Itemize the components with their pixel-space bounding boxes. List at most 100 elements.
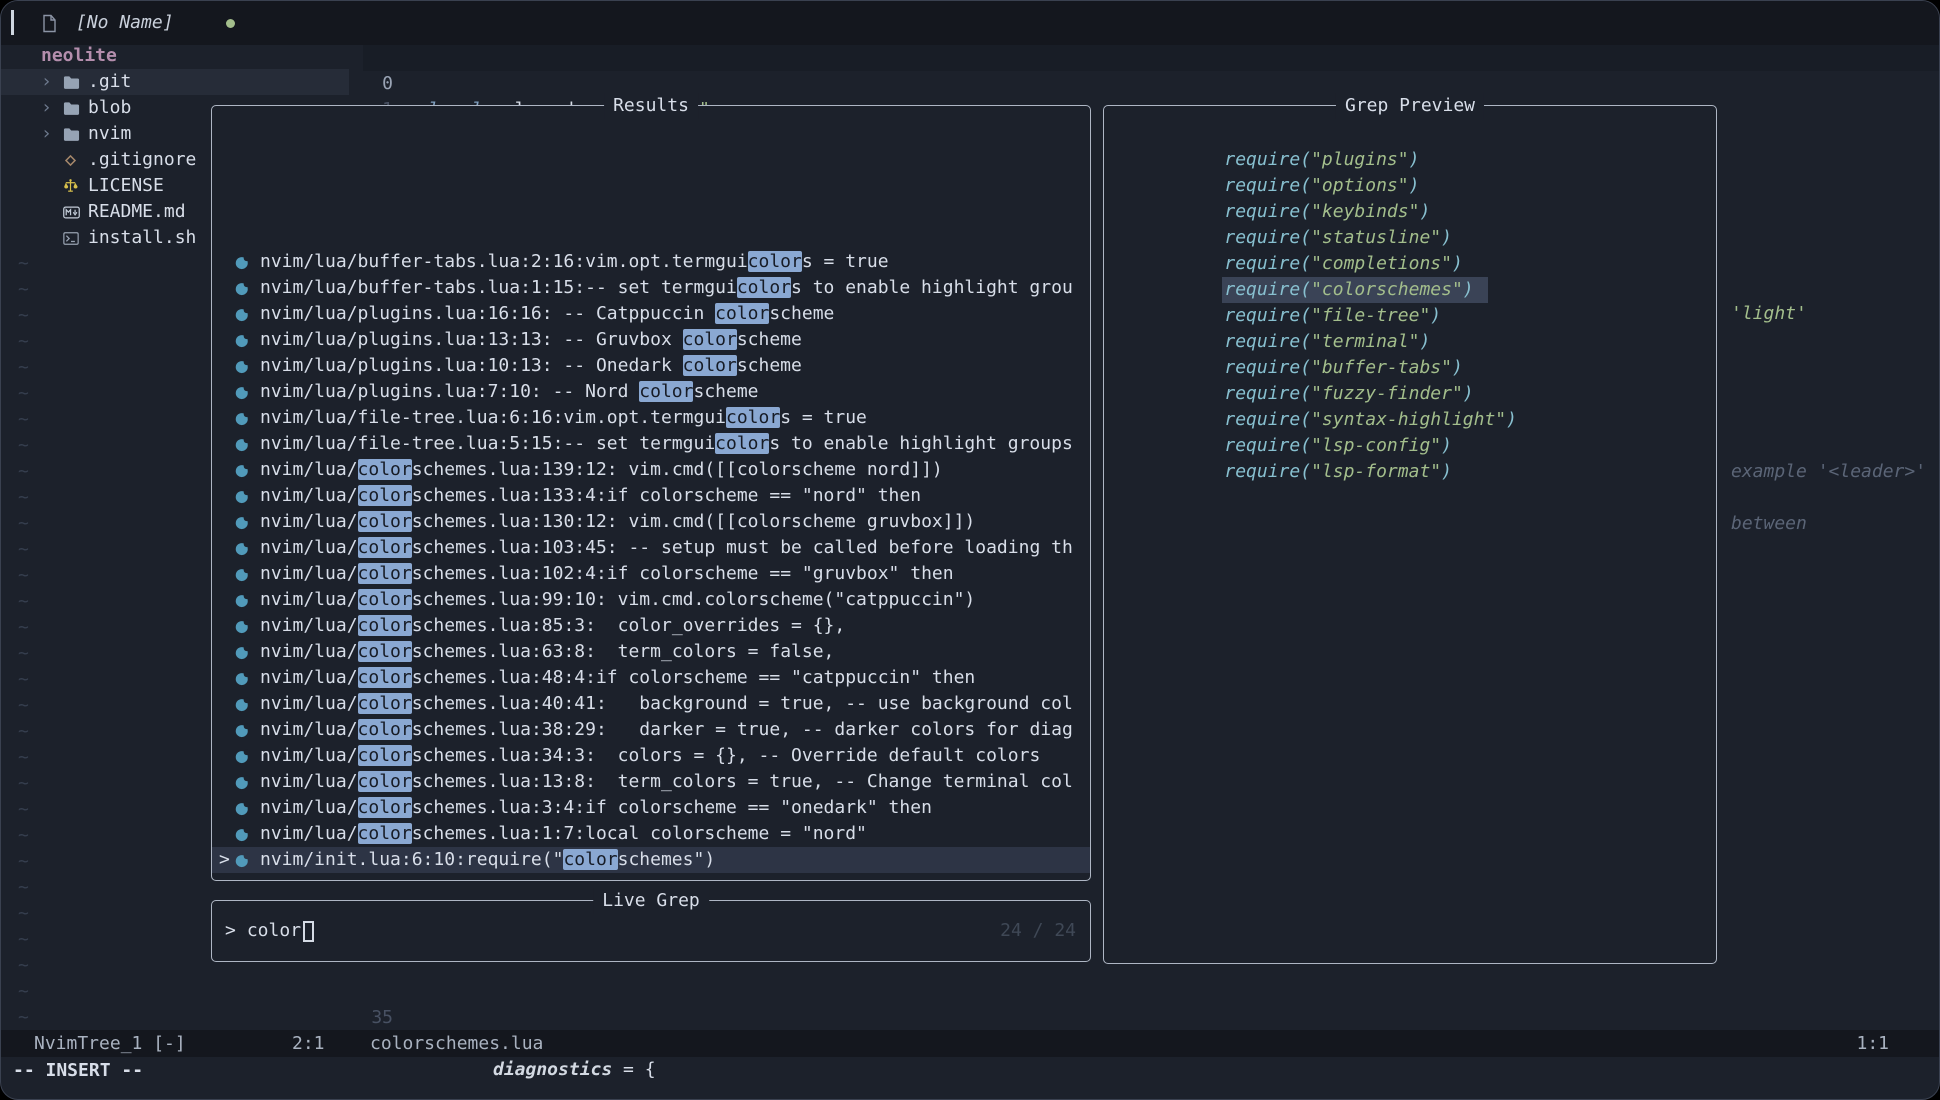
result-row[interactable]: nvim/lua/colorschemes.lua:13:8: term_col… <box>212 769 1090 795</box>
result-text: nvim/lua/plugins.lua:7:10: -- Nord color… <box>260 379 759 405</box>
result-row[interactable]: nvim/lua/colorschemes.lua:99:10: vim.cmd… <box>212 587 1090 613</box>
prompt-char: > <box>225 918 236 944</box>
live-grep-title: Live Grep <box>593 888 709 914</box>
grep-preview-line[interactable]: require("plugins") <box>1104 121 1716 147</box>
statusline-tree-position: 2:1 <box>292 1030 325 1057</box>
result-row[interactable]: nvim/lua/colorschemes.lua:38:29: darker … <box>212 717 1090 743</box>
empty-line-tilde: ~ <box>1 979 29 1005</box>
result-row[interactable]: nvim/lua/plugins.lua:13:13: -- Gruvbox c… <box>212 327 1090 353</box>
editor-line-36: 36 diagnostics = { <box>1 1005 1939 1031</box>
editor-line-35: 35 -- Plugins Config -- <box>1 979 1939 1005</box>
lua-file-icon <box>235 541 260 556</box>
lua-file-icon <box>235 489 260 504</box>
result-text: nvim/lua/colorschemes.lua:1:7:local colo… <box>260 821 867 847</box>
result-text: nvim/lua/plugins.lua:13:13: -- Gruvbox c… <box>260 327 802 353</box>
code-text: diagnostics = { <box>493 1057 656 1083</box>
grep-query-text: color <box>247 918 301 944</box>
mode-indicator: -- INSERT -- <box>13 1060 143 1081</box>
result-row[interactable]: nvim/lua/colorschemes.lua:102:4:if color… <box>212 561 1090 587</box>
result-row[interactable]: nvim/lua/colorschemes.lua:34:3: colors =… <box>212 743 1090 769</box>
empty-line-tilde: ~ <box>1 381 29 407</box>
result-row[interactable]: nvim/lua/buffer-tabs.lua:2:16:vim.opt.te… <box>212 249 1090 275</box>
chevron-right-icon: › <box>41 95 63 121</box>
tree-item-git[interactable]: › .git <box>1 69 349 95</box>
lua-file-icon <box>235 749 260 764</box>
statusline: NvimTree_1 [-] 2:1 colorschemes.lua 1:1 <box>1 1030 1939 1057</box>
result-text: nvim/lua/file-tree.lua:6:16:vim.opt.term… <box>260 405 867 431</box>
lua-file-icon <box>235 853 260 868</box>
result-row[interactable]: nvim/lua/colorschemes.lua:133:4:if color… <box>212 483 1090 509</box>
empty-line-tilde: ~ <box>1 823 29 849</box>
text-cursor <box>303 921 314 942</box>
result-row[interactable]: nvim/lua/colorschemes.lua:139:12: vim.cm… <box>212 457 1090 483</box>
result-text: nvim/lua/colorschemes.lua:13:8: term_col… <box>260 769 1073 795</box>
empty-line-tilde: ~ <box>1 901 29 927</box>
empty-line-tilde: ~ <box>1 485 29 511</box>
lua-file-icon <box>235 723 260 738</box>
match-highlight: color <box>358 745 412 766</box>
lua-file-icon <box>235 463 260 478</box>
result-text: nvim/lua/colorschemes.lua:133:4:if color… <box>260 483 921 509</box>
result-text: nvim/lua/buffer-tabs.lua:2:16:vim.opt.te… <box>260 249 889 275</box>
result-row[interactable]: nvim/lua/colorschemes.lua:130:12: vim.cm… <box>212 509 1090 535</box>
result-text: nvim/lua/colorschemes.lua:63:8: term_col… <box>260 639 834 665</box>
result-text: nvim/lua/colorschemes.lua:139:12: vim.cm… <box>260 457 943 483</box>
result-row[interactable]: nvim/lua/colorschemes.lua:85:3: color_ov… <box>212 613 1090 639</box>
buffer-tab[interactable]: [No Name] <box>41 1 235 45</box>
result-text: nvim/lua/colorschemes.lua:102:4:if color… <box>260 561 954 587</box>
empty-line-tilde: ~ <box>1 745 29 771</box>
match-highlight: color <box>358 511 412 532</box>
match-highlight: color <box>358 667 412 688</box>
grep-preview-panel: Grep Preview require("plugins") require(… <box>1103 105 1717 964</box>
empty-line-tilde: ~ <box>1 953 29 979</box>
lua-file-icon <box>235 593 260 608</box>
result-row[interactable]: nvim/lua/plugins.lua:7:10: -- Nord color… <box>212 379 1090 405</box>
tabline: [No Name] <box>1 1 1939 45</box>
empty-line-tilde: ~ <box>1 667 29 693</box>
folder-icon <box>63 127 88 142</box>
shell-icon <box>63 232 88 245</box>
result-row[interactable]: nvim/lua/colorschemes.lua:1:7:local colo… <box>212 821 1090 847</box>
empty-line-tilde: ~ <box>1 329 29 355</box>
result-text: nvim/lua/colorschemes.lua:103:45: -- set… <box>260 535 1073 561</box>
match-highlight: color <box>358 641 412 662</box>
empty-line-tilde: ~ <box>1 589 29 615</box>
match-highlight: color <box>639 381 693 402</box>
statusline-file-position: 1:1 <box>1856 1030 1889 1057</box>
result-row[interactable]: nvim/lua/plugins.lua:16:16: -- Catppucci… <box>212 301 1090 327</box>
lua-file-icon <box>235 775 260 790</box>
result-row[interactable]: > nvim/init.lua:6:10:require("colorschem… <box>212 847 1090 873</box>
empty-line-tilde: ~ <box>1 251 29 277</box>
lua-file-icon <box>235 307 260 322</box>
lua-file-icon <box>235 827 260 842</box>
chevron-right-icon: › <box>41 121 63 147</box>
lua-file-icon <box>235 671 260 686</box>
result-text: nvim/lua/colorschemes.lua:130:12: vim.cm… <box>260 509 975 535</box>
result-row[interactable]: nvim/lua/colorschemes.lua:40:41: backgro… <box>212 691 1090 717</box>
match-highlight: color <box>358 771 412 792</box>
selection-caret: > <box>219 847 235 873</box>
empty-line-tilde: ~ <box>1 875 29 901</box>
lua-file-icon <box>235 255 260 270</box>
empty-line-tilde: ~ <box>1 537 29 563</box>
empty-line-tilde: ~ <box>1 849 29 875</box>
result-row[interactable]: nvim/lua/colorschemes.lua:3:4:if colorsc… <box>212 795 1090 821</box>
result-row[interactable]: nvim/lua/file-tree.lua:5:15:-- set termg… <box>212 431 1090 457</box>
match-highlight: color <box>358 459 412 480</box>
lua-file-icon <box>235 801 260 816</box>
result-text: nvim/lua/buffer-tabs.lua:1:15:-- set ter… <box>260 275 1073 301</box>
match-highlight: color <box>358 615 412 636</box>
result-text: nvim/lua/file-tree.lua:5:15:-- set termg… <box>260 431 1073 457</box>
folder-icon <box>63 75 88 90</box>
result-text: nvim/lua/colorschemes.lua:99:10: vim.cmd… <box>260 587 975 613</box>
match-counter: 24 / 24 <box>1000 918 1076 944</box>
result-row[interactable]: nvim/lua/colorschemes.lua:103:45: -- set… <box>212 535 1090 561</box>
result-row[interactable]: nvim/lua/file-tree.lua:6:16:vim.opt.term… <box>212 405 1090 431</box>
empty-line-tilde: ~ <box>1 927 29 953</box>
result-row[interactable]: nvim/lua/colorschemes.lua:48:4:if colors… <box>212 665 1090 691</box>
grep-prompt-input[interactable]: > color 24 / 24 <box>225 918 1076 944</box>
result-row[interactable]: nvim/lua/colorschemes.lua:63:8: term_col… <box>212 639 1090 665</box>
result-row[interactable]: nvim/lua/buffer-tabs.lua:1:15:-- set ter… <box>212 275 1090 301</box>
result-row[interactable]: nvim/lua/plugins.lua:10:13: -- Onedark c… <box>212 353 1090 379</box>
document-icon <box>41 14 66 33</box>
